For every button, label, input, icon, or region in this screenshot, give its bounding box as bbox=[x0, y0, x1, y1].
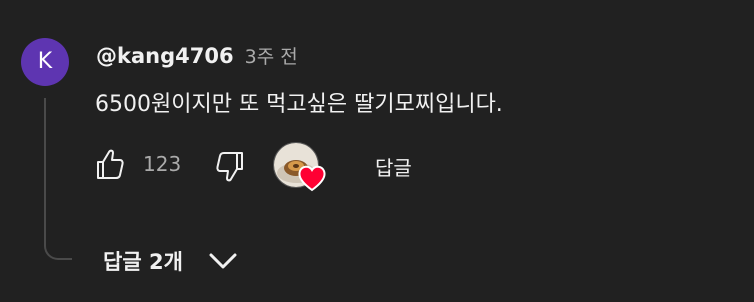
chevron-down-icon bbox=[209, 253, 237, 269]
comment-thread: K @kang4706 3주 전 6500원이지만 또 먹고싶은 딸기모찌입니다… bbox=[0, 0, 754, 302]
comment-time[interactable]: 3주 전 bbox=[245, 46, 298, 68]
dislike-button[interactable] bbox=[215, 150, 245, 184]
avatar-letter: K bbox=[37, 49, 53, 74]
creator-heart-badge[interactable] bbox=[273, 142, 329, 192]
thread-line bbox=[44, 98, 72, 260]
comment-header: @kang4706 3주 전 bbox=[96, 42, 298, 69]
comment-text: 6500원이지만 또 먹고싶은 딸기모찌입니다. bbox=[95, 92, 503, 117]
like-count: 123 bbox=[143, 152, 182, 176]
heart-icon bbox=[298, 165, 326, 192]
replies-toggle-label: 답글 2개 bbox=[103, 250, 183, 274]
avatar[interactable]: K bbox=[21, 38, 69, 86]
replies-toggle-button[interactable]: 답글 2개 bbox=[103, 246, 238, 280]
comment-author[interactable]: @kang4706 bbox=[96, 44, 234, 68]
thumbs-down-icon bbox=[216, 152, 243, 182]
thumbs-up-icon bbox=[97, 149, 124, 179]
reply-button[interactable]: 답글 bbox=[375, 152, 412, 181]
like-button[interactable] bbox=[95, 147, 125, 181]
